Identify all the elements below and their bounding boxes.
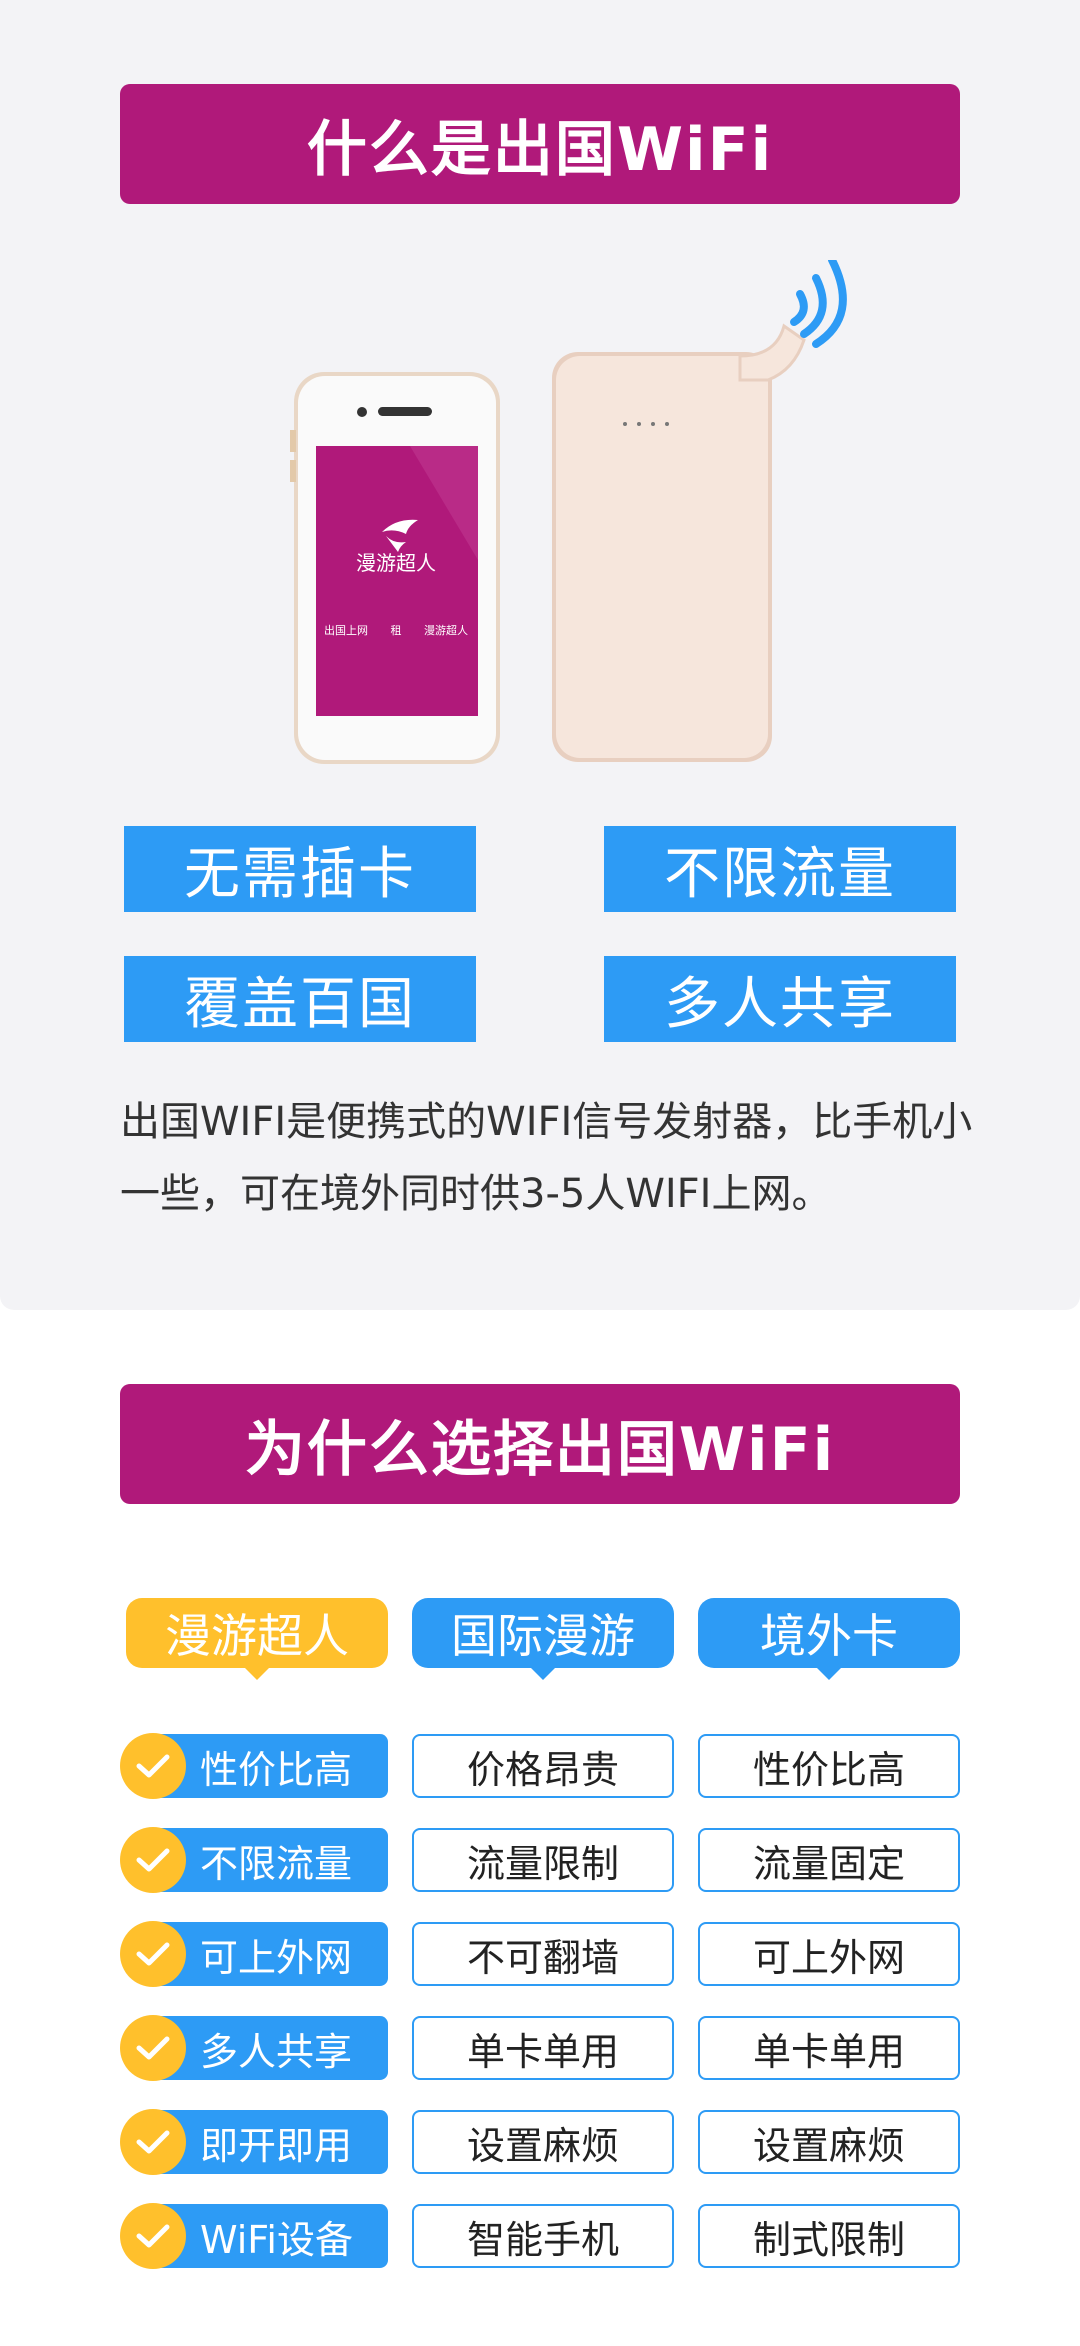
row-local-card-cell: 制式限制 bbox=[698, 2204, 960, 2268]
row-local-card-cell: 可上外网 bbox=[698, 1922, 960, 1986]
row-ours: 多人共享 bbox=[120, 2015, 388, 2081]
row-ours: WiFi设备 bbox=[120, 2203, 388, 2269]
column-header-local-card: 境外卡 bbox=[698, 1598, 960, 1680]
row-local-card-cell: 设置麻烦 bbox=[698, 2110, 960, 2174]
check-icon bbox=[120, 2203, 186, 2269]
feature-tag: 多人共享 bbox=[604, 956, 956, 1042]
section-title-banner: 什么是出国WiFi bbox=[120, 84, 960, 204]
column-header-label: 国际漫游 bbox=[451, 1609, 635, 1663]
check-icon bbox=[120, 2015, 186, 2081]
row-roaming-cell: 单卡单用 bbox=[412, 2016, 674, 2080]
row-roaming-cell: 不可翻墙 bbox=[412, 1922, 674, 1986]
devices-illustration: 漫游超人 出国上网 租 漫游超人 bbox=[290, 260, 847, 764]
column-header-label: 漫游超人 bbox=[165, 1609, 349, 1663]
row-roaming-cell: 设置麻烦 bbox=[412, 2110, 674, 2174]
section-title-banner-why: 为什么选择出国WiFi bbox=[120, 1384, 960, 1504]
row-roaming-cell: 智能手机 bbox=[412, 2204, 674, 2268]
row-ours: 即开即用 bbox=[120, 2109, 388, 2175]
row-local-card-cell: 单卡单用 bbox=[698, 2016, 960, 2080]
feature-tag: 无需插卡 bbox=[124, 826, 476, 912]
feature-tag: 覆盖百国 bbox=[124, 956, 476, 1042]
section-what-is-wifi: 什么是出国WiFi 漫游超人 出国上网 租 漫游超人 无需插卡 不限流量 覆盖百… bbox=[0, 0, 1080, 1310]
check-icon bbox=[120, 2109, 186, 2175]
phone-device-image: 漫游超人 出国上网 租 漫游超人 bbox=[290, 372, 500, 764]
check-icon bbox=[120, 1921, 186, 1987]
row-local-card-cell: 流量固定 bbox=[698, 1828, 960, 1892]
phone-tagline-mid: 租 bbox=[391, 624, 402, 637]
row-roaming-cell: 流量限制 bbox=[412, 1828, 674, 1892]
row-local-card-cell: 性价比高 bbox=[698, 1734, 960, 1798]
column-header-label: 境外卡 bbox=[760, 1609, 898, 1663]
row-ours: 性价比高 bbox=[120, 1733, 388, 1799]
check-icon bbox=[120, 1733, 186, 1799]
column-header-roaming: 国际漫游 bbox=[412, 1598, 674, 1680]
row-ours: 不限流量 bbox=[120, 1827, 388, 1893]
column-header-ours: 漫游超人 bbox=[126, 1598, 388, 1680]
phone-tagline-right: 漫游超人 bbox=[424, 623, 468, 637]
phone-tagline-left: 出国上网 bbox=[324, 623, 368, 637]
feature-tag: 不限流量 bbox=[604, 826, 956, 912]
row-roaming-cell: 价格昂贵 bbox=[412, 1734, 674, 1798]
wifi-description: 出国WIFI是便携式的WIFI信号发射器，比手机小一些，可在境外同时供3-5人W… bbox=[120, 1099, 973, 1217]
check-icon bbox=[120, 1827, 186, 1893]
phone-brand-text: 漫游超人 bbox=[356, 551, 436, 575]
row-ours: 可上外网 bbox=[120, 1921, 388, 1987]
